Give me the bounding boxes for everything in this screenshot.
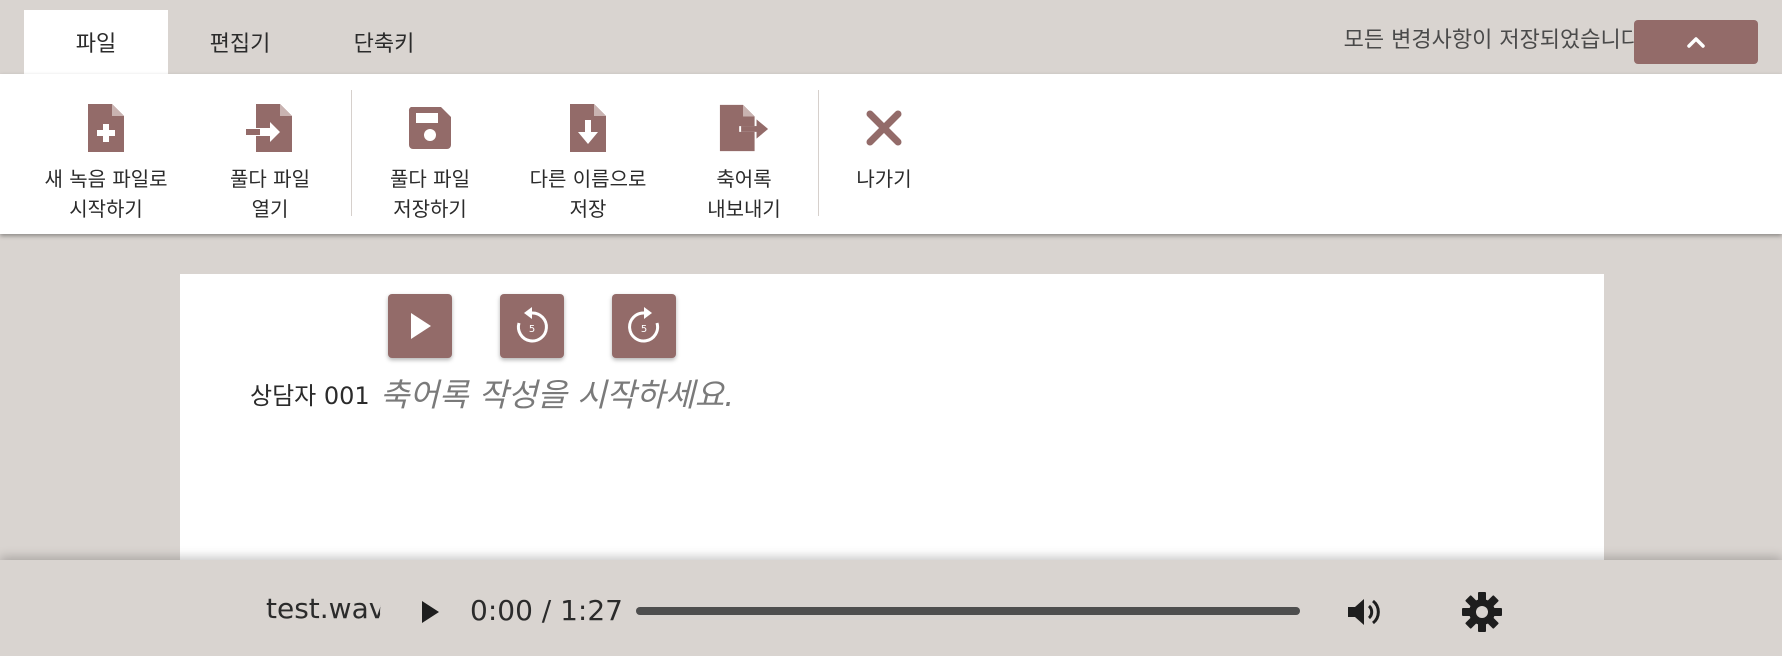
tab-shortcuts[interactable]: 단축키: [312, 10, 456, 74]
play-icon: [411, 313, 431, 339]
file-download-icon: [562, 100, 614, 156]
save-file-button[interactable]: 풀다 파일 저장하기: [350, 100, 510, 224]
save-status-text: 모든 변경사항이 저장되었습니다.: [1343, 28, 1648, 53]
tab-editor[interactable]: 편집기: [168, 10, 312, 74]
exit-button[interactable]: 나가기: [804, 100, 964, 194]
exit-label: 나가기: [856, 167, 912, 191]
play-button[interactable]: [388, 294, 452, 358]
audio-player-bar: test.wav 0:00 / 1:27: [0, 560, 1782, 656]
rewind-5-button[interactable]: 5: [500, 294, 564, 358]
transcript-input[interactable]: 축어록 작성을 시작하세요.: [380, 370, 734, 416]
audio-play-button[interactable]: [414, 594, 446, 630]
chevron-up-icon: [1687, 37, 1705, 48]
new-recording-button[interactable]: 새 녹음 파일로 시작하기: [26, 100, 186, 224]
rewind-5-icon: 5: [516, 307, 548, 343]
speaker-label: 상담자 001: [250, 382, 370, 410]
export-transcript-label: 축어록 내보내기: [707, 167, 781, 221]
close-icon: [858, 100, 910, 156]
save-file-label: 풀다 파일 저장하기: [390, 167, 470, 221]
new-recording-label: 새 녹음 파일로 시작하기: [44, 167, 168, 221]
open-file-button[interactable]: 풀다 파일 열기: [190, 100, 350, 224]
audio-time: 0:00 / 1:27: [470, 594, 623, 627]
tab-bar: 파일 편집기 단축키 모든 변경사항이 저장되었습니다.: [0, 0, 1782, 74]
svg-text:5: 5: [529, 324, 535, 335]
volume-icon[interactable]: [1344, 592, 1384, 632]
svg-text:5: 5: [641, 324, 647, 335]
transcript-editor[interactable]: 5 5 상담자 001 축어록 작성을 시작하세요.: [180, 274, 1604, 564]
audio-seek-bar[interactable]: [636, 607, 1300, 615]
floppy-disk-icon: [404, 100, 456, 156]
gear-icon[interactable]: [1460, 590, 1504, 634]
open-file-label: 풀다 파일 열기: [230, 167, 310, 221]
file-plus-icon: [80, 100, 132, 156]
file-import-icon: [244, 100, 296, 156]
audio-seek-fill: [636, 607, 1300, 615]
tab-file[interactable]: 파일: [24, 10, 168, 74]
play-icon: [422, 601, 439, 623]
save-as-label: 다른 이름으로 저장: [529, 167, 647, 221]
file-export-icon: [718, 100, 770, 156]
forward-5-icon: 5: [628, 307, 660, 343]
file-toolbar: 새 녹음 파일로 시작하기 풀다 파일 열기 풀다 파일 저장하기 다른 이름으…: [0, 74, 1782, 234]
export-transcript-button[interactable]: 축어록 내보내기: [664, 100, 824, 224]
audio-filename: test.wav: [266, 592, 386, 625]
collapse-toolbar-button[interactable]: [1634, 20, 1758, 64]
app-window: 파일 편집기 단축키 모든 변경사항이 저장되었습니다. 새 녹음 파일로 시작…: [0, 0, 1782, 656]
forward-5-button[interactable]: 5: [612, 294, 676, 358]
save-as-button[interactable]: 다른 이름으로 저장: [508, 100, 668, 224]
